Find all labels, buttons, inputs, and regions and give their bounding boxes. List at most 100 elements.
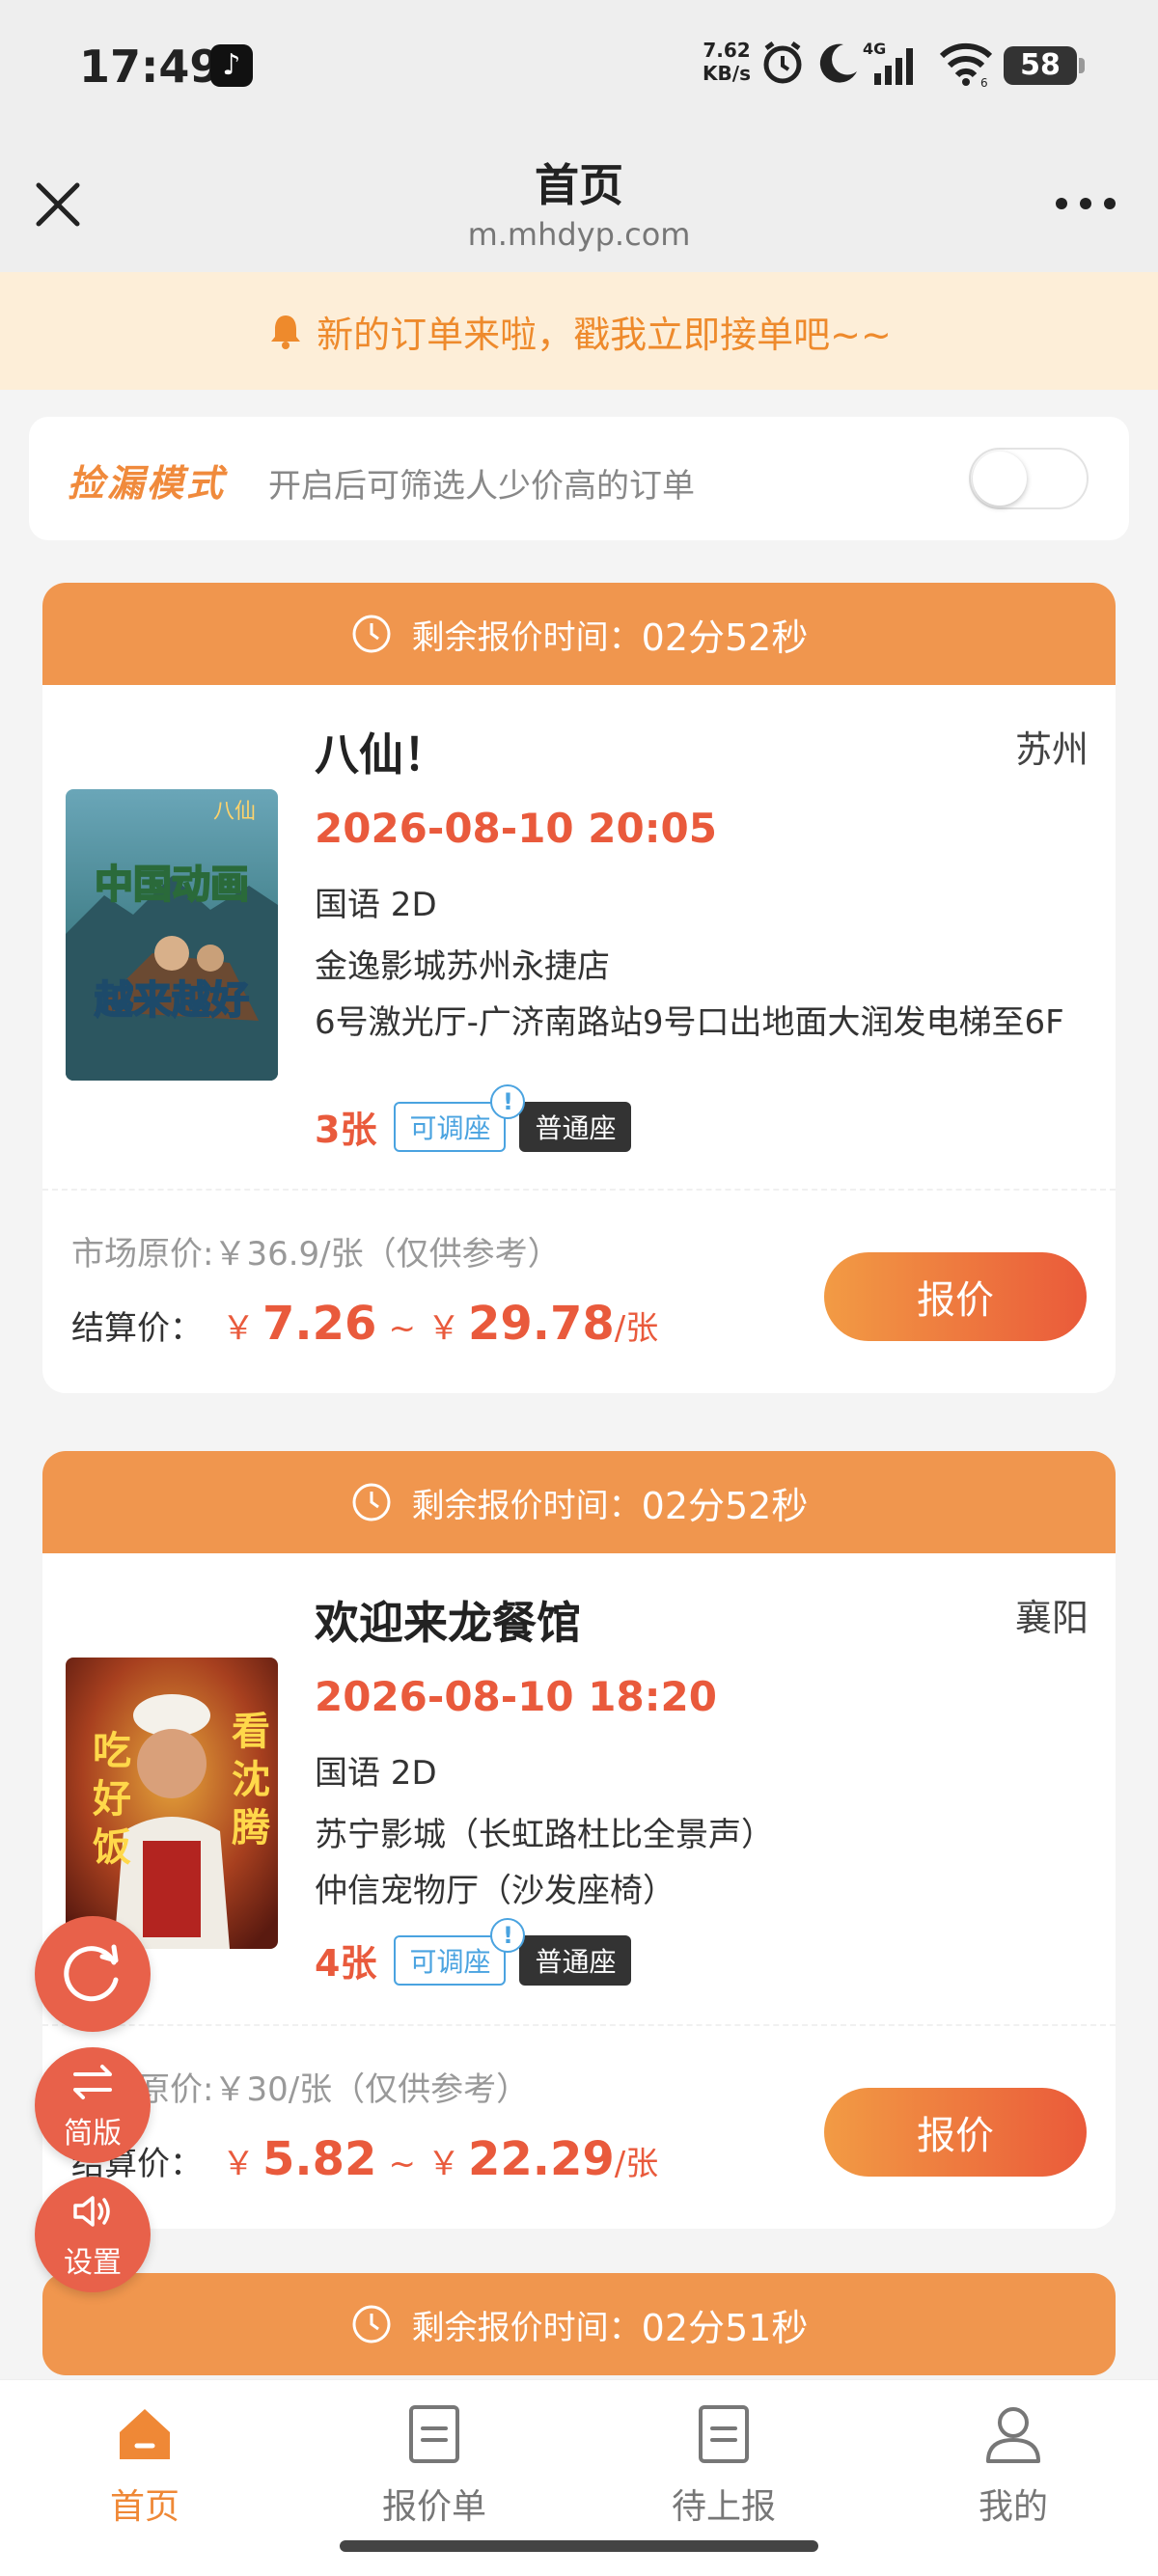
countdown-time: 02分52秒 (641, 1484, 809, 1527)
net-speed-unit: KB/s (703, 62, 751, 85)
movie-poster: 吃好饭 看沈腾 (66, 1658, 278, 1949)
speaker-icon (73, 2196, 110, 2227)
currency-symbol: ￥ (427, 2145, 460, 2183)
wifi-level: 6 (980, 76, 988, 87)
countdown-header: 剩余报价时间： 02分52秒 (42, 1451, 1116, 1553)
user-icon (986, 2407, 1040, 2463)
price-min: 5.82 (262, 2132, 377, 2186)
poster-slogan-left: 吃好饭 (92, 1728, 131, 1870)
nav-pending[interactable]: 待上报 (627, 2403, 820, 2529)
countdown-header: 剩余报价时间： 02分51秒 (42, 2273, 1116, 2375)
city: 苏州 (1014, 728, 1089, 771)
price-unit: /张 (614, 2145, 659, 2183)
order-details[interactable]: 中国动画 越来越好 八仙 八仙！ 苏州 2026-08-10 20:05 国语 … (42, 685, 1116, 1191)
info-icon[interactable]: ! (490, 1917, 526, 1953)
settings-label: 设置 (64, 2246, 122, 2280)
refresh-icon (64, 1944, 119, 2002)
nav-quotes[interactable]: 报价单 (338, 2403, 531, 2529)
nav-mine[interactable]: 我的 (917, 2403, 1110, 2529)
poster-slogan-right: 看沈腾 (232, 1709, 271, 1850)
toggle-knob (973, 452, 1027, 506)
moon-icon (819, 43, 857, 83)
page-url: m.mhdyp.com (467, 216, 691, 253)
movie-title: 八仙！ (315, 728, 448, 781)
currency-symbol: ￥ (427, 1309, 460, 1348)
document-icon (699, 2405, 749, 2463)
movie-title: 欢迎来龙餐馆 (315, 1597, 581, 1649)
status-time: 17:49 (79, 41, 221, 93)
bell-icon (271, 315, 301, 349)
clock-icon (352, 2305, 391, 2343)
notice-text: 新的订单来啦，戳我立即接单吧~~ (317, 313, 892, 356)
clock-icon (352, 1483, 391, 1521)
adjustable-seat-tag[interactable]: 可调座 ! (394, 1083, 526, 1152)
ticket-tags: 3张 可调座 ! 普通座 (315, 1083, 632, 1153)
seat-type-tag: 普通座 (519, 1934, 632, 1986)
quote-button[interactable]: 报价 (824, 2088, 1087, 2177)
home-indicator[interactable] (340, 2540, 818, 2552)
simple-version-label: 简版 (64, 2117, 122, 2151)
currency-symbol: ￥ (222, 1309, 255, 1348)
adjustable-seat-tag[interactable]: 可调座 ! (394, 1917, 526, 1986)
poster-headline: 中国动画 (95, 863, 249, 907)
cinema-name: 金逸影城苏州永捷店 (315, 947, 610, 986)
ticket-count: 4张 (315, 1942, 377, 1985)
page-title: 首页 (535, 159, 623, 211)
countdown-header: 剩余报价时间： 02分52秒 (42, 583, 1116, 685)
signal-icon: 4G (863, 40, 913, 85)
network-type: 4G (863, 40, 886, 58)
order-card: 剩余报价时间： 02分52秒 吃好饭 看沈腾 欢迎来龙餐馆 襄阳 2026-08… (42, 1451, 1116, 2229)
adjustable-seat-label: 可调座 (409, 1111, 491, 1144)
adjustable-seat-label: 可调座 (409, 1945, 491, 1978)
quote-button[interactable]: 报价 (824, 1252, 1087, 1341)
home-icon (120, 2409, 170, 2459)
new-order-notice[interactable]: 新的订单来啦，戳我立即接单吧~~ (0, 272, 1158, 390)
mode-title: 捡漏模式 (68, 462, 227, 505)
settings-button[interactable]: 设置 (35, 2177, 151, 2292)
clock-icon (352, 615, 391, 653)
show-datetime: 2026-08-10 20:05 (315, 805, 717, 852)
mode-description: 开启后可筛选人少价高的订单 (268, 467, 695, 506)
price-min: 7.26 (262, 1297, 377, 1351)
price-separator: ~ (388, 2145, 416, 2183)
price-section: 市场原价:￥36.9/张（仅供参考） 结算价： ￥ 7.26 ~ ￥ 29.78… (42, 1191, 1116, 1393)
simple-version-button[interactable]: 简版 (35, 2047, 151, 2163)
poster-logo: 八仙 (213, 800, 256, 824)
currency-symbol: ￥ (222, 2145, 255, 2183)
settlement-price: 结算价： ￥ 5.82 ~ ￥ 22.29 /张 (71, 2132, 658, 2186)
net-speed: 7.62 KB/s (697, 39, 757, 85)
price-max: 29.78 (467, 1297, 615, 1351)
net-speed-value: 7.62 (703, 39, 751, 62)
countdown-time: 02分51秒 (641, 2306, 809, 2349)
settlement-price: 结算价： ￥ 7.26 ~ ￥ 29.78 /张 (71, 1297, 658, 1351)
status-bar: 17:49 ♪ 7.62 KB/s 4G 6 58 (0, 0, 1158, 135)
bargain-mode-card: 捡漏模式 开启后可筛选人少价高的订单 (29, 417, 1129, 540)
alarm-icon (763, 41, 802, 84)
tiktok-icon: ♪ (210, 44, 253, 87)
order-card: 剩余报价时间： 02分51秒 (42, 2273, 1116, 2375)
info-icon[interactable]: ! (490, 1083, 526, 1119)
nav-home-label: 首页 (109, 2487, 179, 2527)
nav-home[interactable]: 首页 (48, 2403, 241, 2529)
seat-type-tag: 普通座 (519, 1101, 632, 1152)
refresh-button[interactable] (35, 1916, 151, 2032)
poster-tagline: 越来越好 (95, 978, 249, 1023)
order-details[interactable]: 吃好饭 看沈腾 欢迎来龙餐馆 襄阳 2026-08-10 18:20 国语 2D… (42, 1553, 1116, 2026)
hall-name: 仲信宠物厅（沙发座椅） (315, 1872, 676, 1910)
wifi-icon: 6 (939, 42, 993, 87)
ticket-count: 3张 (315, 1109, 377, 1151)
settlement-label: 结算价： (71, 1309, 203, 1348)
price-separator: ~ (388, 1309, 416, 1348)
language-format: 国语 2D (315, 1754, 437, 1793)
show-datetime: 2026-08-10 18:20 (315, 1673, 717, 1720)
price-section: 市场原价:￥30/张（仅供参考） 结算价： ￥ 5.82 ~ ￥ 22.29 /… (42, 2026, 1116, 2229)
more-icon[interactable] (1052, 189, 1119, 218)
bargain-mode-toggle[interactable] (969, 448, 1089, 509)
swap-icon (73, 2065, 112, 2099)
nav-pending-label: 待上报 (671, 2487, 776, 2527)
cinema-name: 苏宁影城（长虹路杜比全景声） (315, 1816, 774, 1854)
nav-quotes-label: 报价单 (381, 2487, 486, 2527)
city: 襄阳 (1014, 1597, 1089, 1639)
document-icon (409, 2405, 459, 2463)
countdown-label: 剩余报价时间： (411, 1486, 642, 1525)
